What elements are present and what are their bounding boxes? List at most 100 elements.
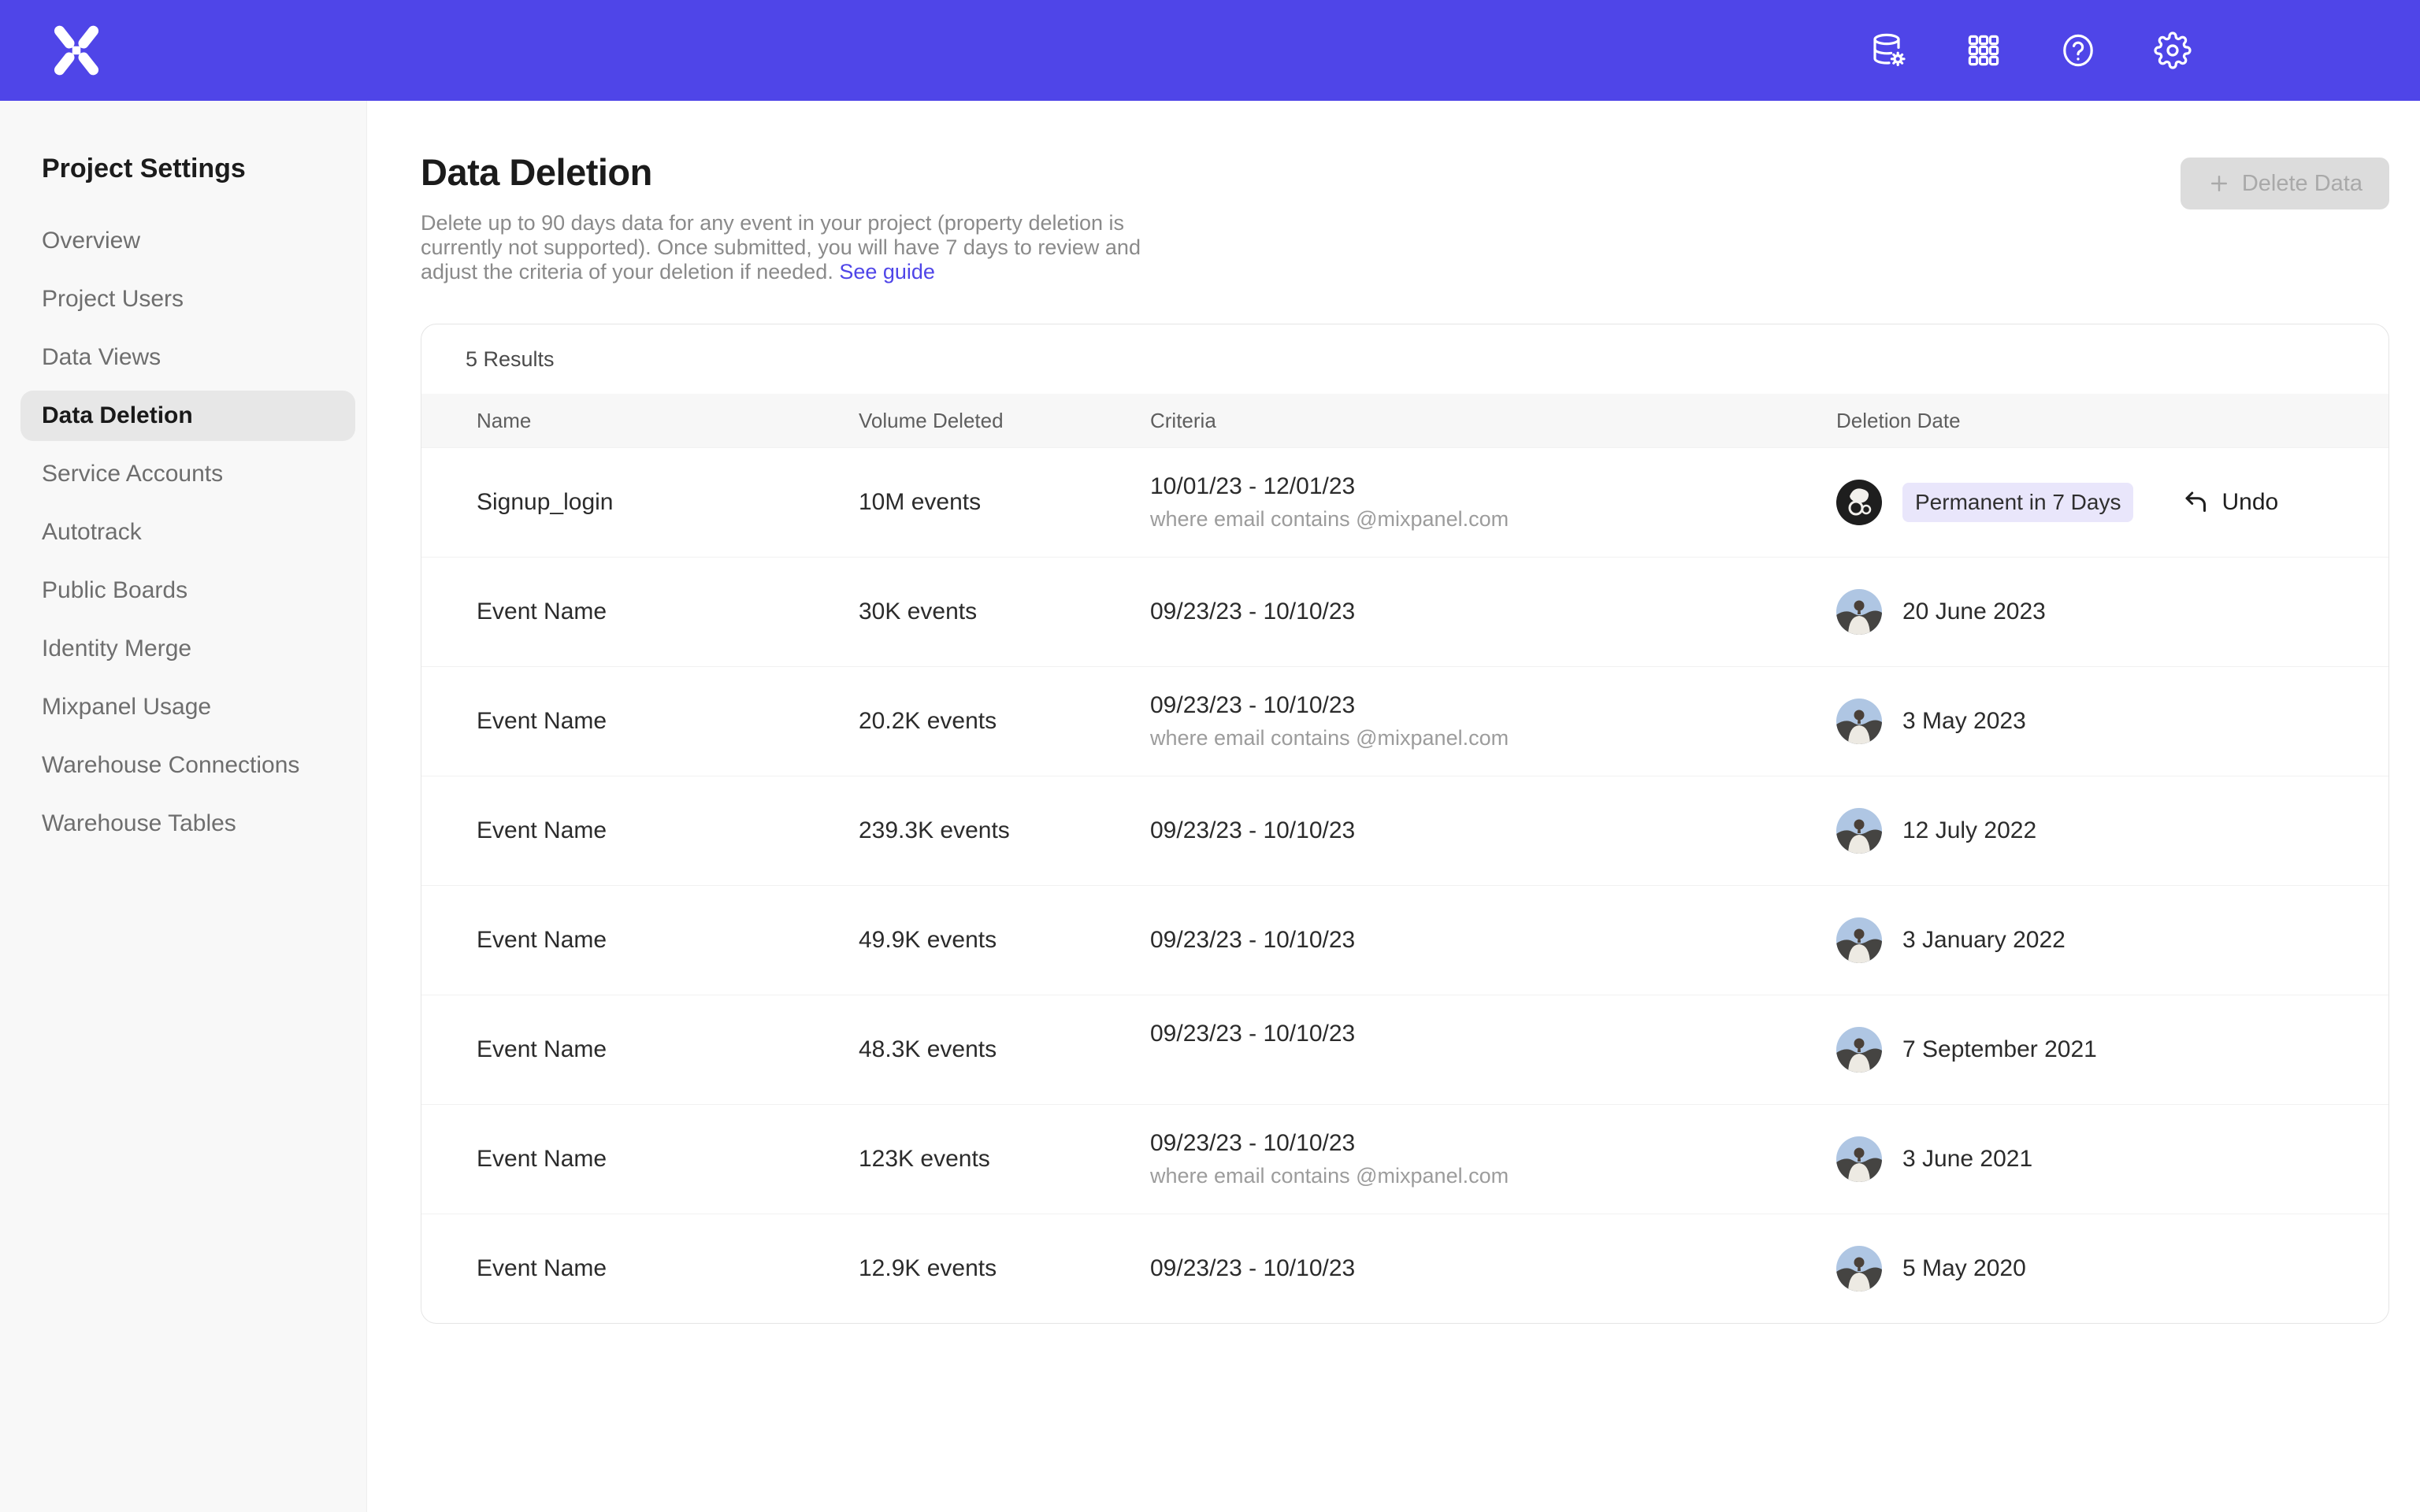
user-avatar xyxy=(1836,1027,1882,1073)
column-header-deletion-date: Deletion Date xyxy=(1836,409,2388,433)
sidebar-item-data-deletion[interactable]: Data Deletion xyxy=(20,391,355,441)
event-name-cell: Event Name xyxy=(477,1036,859,1063)
user-avatar xyxy=(1836,1246,1882,1292)
mixpanel-logo-mark xyxy=(50,24,102,76)
deletion-date-text: 20 June 2023 xyxy=(1902,598,2046,625)
deletion-date-text: 5 May 2020 xyxy=(1902,1255,2026,1282)
undo-button[interactable]: Undo xyxy=(2177,487,2283,517)
deletion-date-cell: 7 September 2021 xyxy=(1836,1027,2388,1073)
sidebar-item-overview[interactable]: Overview xyxy=(20,216,355,266)
criteria-cell: 09/23/23 - 10/10/23 xyxy=(1150,927,1836,954)
delete-data-button[interactable]: Delete Data xyxy=(2181,158,2389,209)
volume-deleted-cell: 123K events xyxy=(859,1146,1150,1173)
page-description: Delete up to 90 days data for any event … xyxy=(421,211,1141,284)
event-name-cell: Event Name xyxy=(477,708,859,735)
sidebar-item-label: Warehouse Tables xyxy=(42,810,236,837)
volume-deleted-cell: 49.9K events xyxy=(859,927,1150,954)
plus-icon xyxy=(2207,172,2231,195)
criteria-date-range: 09/23/23 - 10/10/23 xyxy=(1150,927,1355,954)
user-avatar xyxy=(1836,699,1882,744)
deletion-date-cell: 5 May 2020 xyxy=(1836,1246,2388,1292)
criteria-filter: where email contains @mixpanel.com xyxy=(1150,1163,1509,1188)
help-icon[interactable] xyxy=(2059,32,2097,69)
criteria-filter: where email contains @mixpanel.com xyxy=(1150,725,1509,750)
topbar-icons xyxy=(1870,32,2192,69)
deletion-date-text: 7 September 2021 xyxy=(1902,1036,2097,1063)
table-row: Event Name49.9K events09/23/23 - 10/10/2… xyxy=(421,885,2388,995)
table-row: Event Name123K events09/23/23 - 10/10/23… xyxy=(421,1104,2388,1214)
sidebar-item-label: Overview xyxy=(42,228,140,254)
user-avatar xyxy=(1836,1136,1882,1182)
criteria-date-range: 09/23/23 - 10/10/23 xyxy=(1150,692,1355,719)
table-row: Event Name48.3K events09/23/23 - 10/10/2… xyxy=(421,995,2388,1104)
criteria-cell: 10/01/23 - 12/01/23where email contains … xyxy=(1150,473,1836,532)
table-row: Event Name20.2K events09/23/23 - 10/10/2… xyxy=(421,666,2388,776)
volume-deleted-cell: 10M events xyxy=(859,489,1150,516)
volume-deleted-cell: 30K events xyxy=(859,598,1150,625)
mixpanel-logo[interactable] xyxy=(50,24,102,76)
criteria-date-range: 09/23/23 - 10/10/23 xyxy=(1150,817,1355,844)
page-title: Data Deletion xyxy=(421,151,1141,194)
sidebar-item-label: Public Boards xyxy=(42,577,187,604)
sidebar-item-autotrack[interactable]: Autotrack xyxy=(20,507,355,558)
apps-grid-icon[interactable] xyxy=(1965,32,2002,69)
results-count: 5 Results xyxy=(421,324,2388,394)
column-header-name: Name xyxy=(477,409,859,433)
column-header-volume: Volume Deleted xyxy=(859,409,1150,433)
criteria-date-range: 10/01/23 - 12/01/23 xyxy=(1150,473,1355,500)
deletion-date-cell: 20 June 2023 xyxy=(1836,589,2388,635)
sidebar-item-mixpanel-usage[interactable]: Mixpanel Usage xyxy=(20,682,355,732)
deletion-date-cell: 3 January 2022 xyxy=(1836,917,2388,963)
sidebar: Project Settings Overview Project Users Da… xyxy=(0,101,367,1512)
deletion-date-cell: 3 June 2021 xyxy=(1836,1136,2388,1182)
deletion-date-text: 3 June 2021 xyxy=(1902,1146,2032,1173)
undo-label: Undo xyxy=(2221,489,2278,516)
event-name-cell: Event Name xyxy=(477,1255,859,1282)
sidebar-item-label: Mixpanel Usage xyxy=(42,694,211,721)
settings-icon[interactable] xyxy=(2154,32,2192,69)
criteria-date-range: 09/23/23 - 10/10/23 xyxy=(1150,598,1355,625)
table-header-row: Name Volume Deleted Criteria Deletion Da… xyxy=(421,394,2388,447)
deletion-date-cell: 3 May 2023 xyxy=(1836,699,2388,744)
criteria-cell: 09/23/23 - 10/10/23 xyxy=(1150,598,1836,625)
user-avatar xyxy=(1836,917,1882,963)
event-name-cell: Event Name xyxy=(477,817,859,844)
sidebar-title: Project Settings xyxy=(42,153,366,184)
user-avatar xyxy=(1836,808,1882,854)
volume-deleted-cell: 239.3K events xyxy=(859,817,1150,844)
topbar xyxy=(0,0,2420,101)
deletion-date-text: 3 January 2022 xyxy=(1902,927,2066,954)
user-avatar xyxy=(1836,589,1882,635)
sidebar-item-label: Data Views xyxy=(42,344,161,371)
event-name-cell: Signup_login xyxy=(477,489,859,516)
deletion-date-cell: Permanent in 7 DaysUndo xyxy=(1836,480,2388,525)
sidebar-item-warehouse-tables[interactable]: Warehouse Tables xyxy=(20,799,355,849)
table-row: Event Name30K events09/23/23 - 10/10/232… xyxy=(421,557,2388,666)
sidebar-item-service-accounts[interactable]: Service Accounts xyxy=(20,449,355,499)
deletion-table-card: 5 Results Name Volume Deleted Criteria D… xyxy=(421,324,2389,1324)
deletion-date-cell: 12 July 2022 xyxy=(1836,808,2388,854)
data-management-icon[interactable] xyxy=(1870,32,1908,69)
sidebar-item-public-boards[interactable]: Public Boards xyxy=(20,565,355,616)
see-guide-link[interactable]: See guide xyxy=(839,260,935,284)
event-name-cell: Event Name xyxy=(477,927,859,954)
sidebar-item-label: Identity Merge xyxy=(42,636,191,662)
sidebar-item-warehouse-connections[interactable]: Warehouse Connections xyxy=(20,740,355,791)
event-name-cell: Event Name xyxy=(477,1146,859,1173)
table-body: Signup_login10M events10/01/23 - 12/01/2… xyxy=(421,447,2388,1323)
deletion-date-text: 12 July 2022 xyxy=(1902,817,2036,844)
sidebar-item-project-users[interactable]: Project Users xyxy=(20,274,355,324)
table-row: Event Name239.3K events09/23/23 - 10/10/… xyxy=(421,776,2388,885)
sidebar-item-label: Service Accounts xyxy=(42,461,223,487)
deletion-date-text: 3 May 2023 xyxy=(1902,708,2026,735)
sidebar-item-identity-merge[interactable]: Identity Merge xyxy=(20,624,355,674)
volume-deleted-cell: 48.3K events xyxy=(859,1036,1150,1063)
undo-icon xyxy=(2182,488,2210,517)
criteria-cell: 09/23/23 - 10/10/23where email contains … xyxy=(1150,1130,1836,1188)
criteria-cell: 09/23/23 - 10/10/23 xyxy=(1150,1255,1836,1282)
volume-deleted-cell: 20.2K events xyxy=(859,708,1150,735)
table-row: Signup_login10M events10/01/23 - 12/01/2… xyxy=(421,447,2388,557)
sidebar-item-data-views[interactable]: Data Views xyxy=(20,332,355,383)
criteria-date-range: 09/23/23 - 10/10/23 xyxy=(1150,1021,1355,1047)
table-row: Event Name12.9K events09/23/23 - 10/10/2… xyxy=(421,1214,2388,1323)
